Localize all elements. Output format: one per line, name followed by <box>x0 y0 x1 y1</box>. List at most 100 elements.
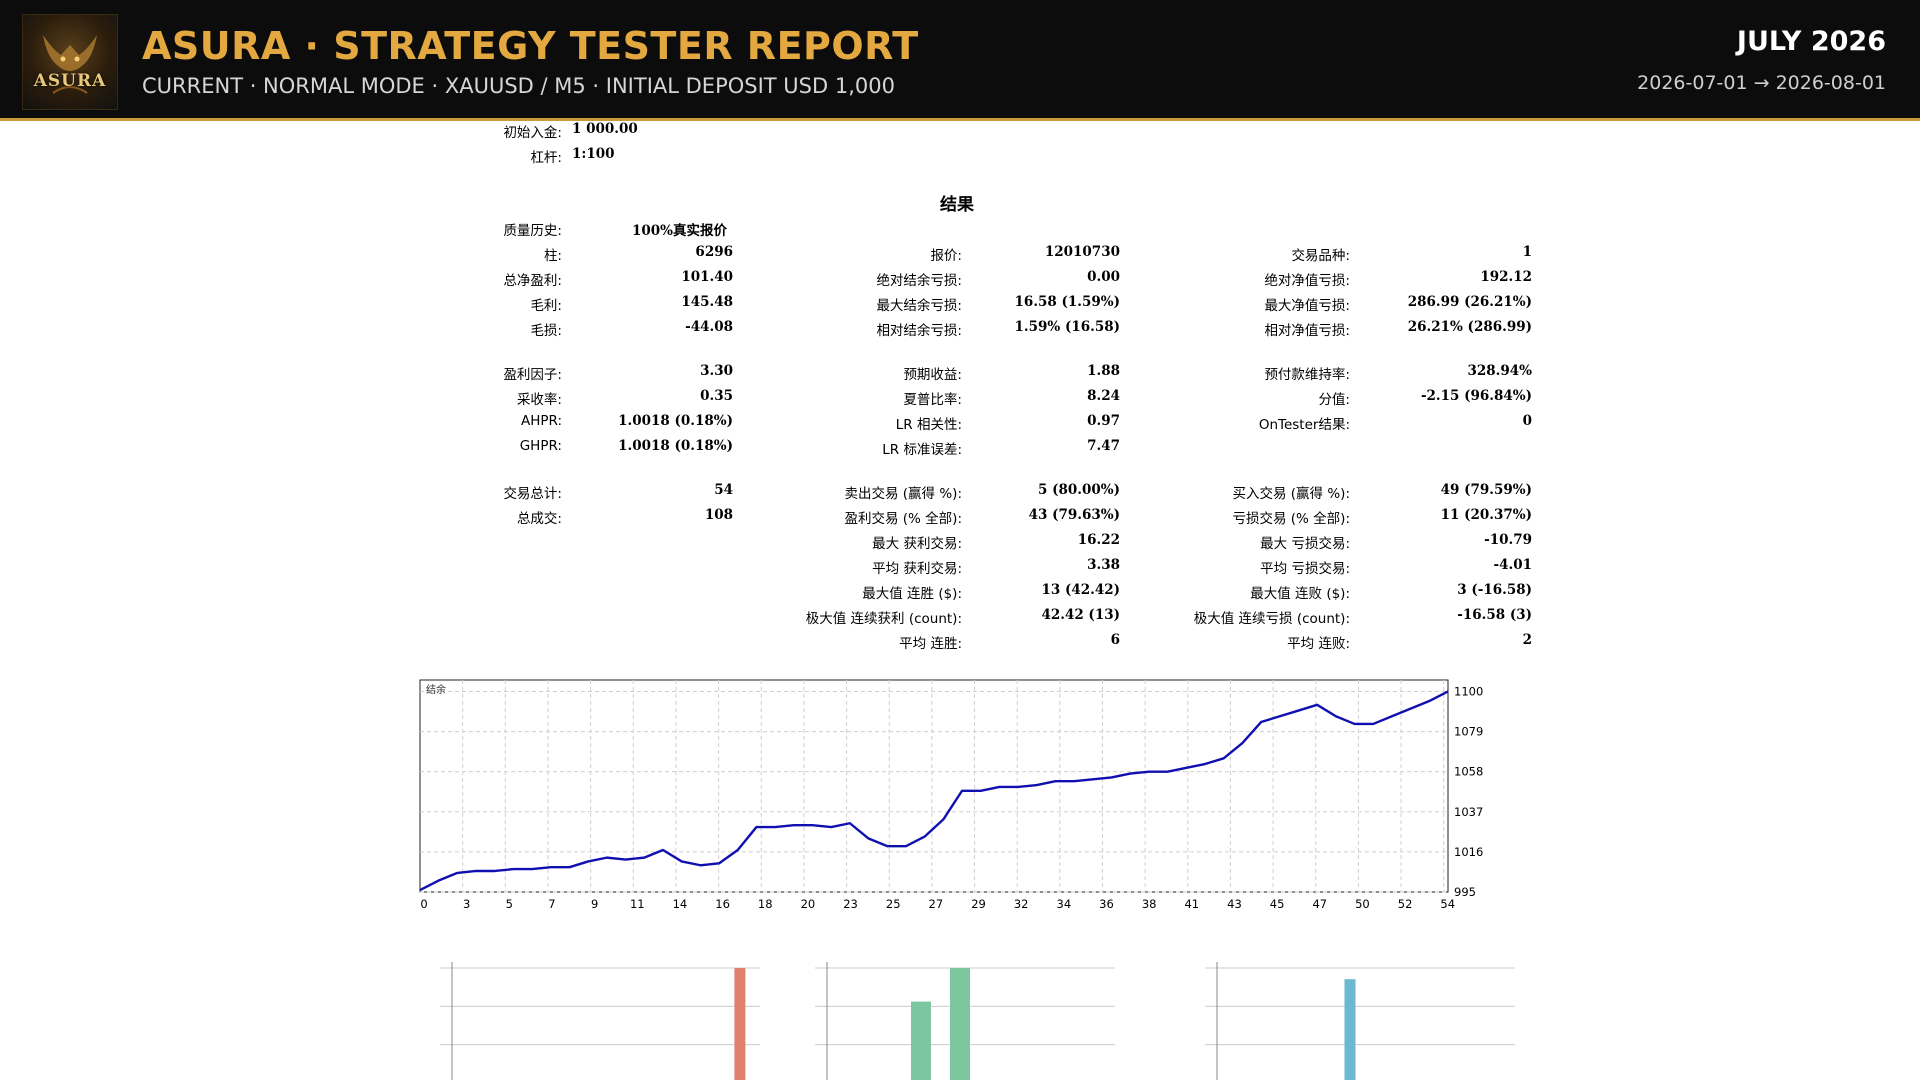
max-cons-losses-label: 最大值 连败 ($): <box>1250 586 1350 602</box>
bars-value: 6296 <box>695 244 733 260</box>
symbols-value: 1 <box>1522 244 1532 260</box>
x-tick-label: 5 <box>506 897 513 910</box>
total-trades-value: 54 <box>714 482 733 498</box>
sharpe-label: 夏普比率: <box>903 392 962 408</box>
demon-emblem-icon <box>43 35 97 94</box>
expected-payoff-label: 预期收益: <box>903 367 962 383</box>
x-tick-label: 9 <box>591 897 598 910</box>
bars-label: 柱: <box>543 248 562 264</box>
profit-factor-value: 3.30 <box>700 363 733 379</box>
x-tick-label: 25 <box>886 897 901 910</box>
leverage-value: 1:100 <box>572 146 615 162</box>
eq-dd-abs-label: 绝对净值亏损: <box>1264 273 1350 289</box>
avg-profit-label: 平均 获利交易: <box>872 561 962 577</box>
largest-profit-value: 16.22 <box>1077 532 1120 548</box>
y-tick-label: 1016 <box>1454 845 1483 859</box>
y-tick-label: 995 <box>1454 885 1476 899</box>
ontester-label: OnTester结果: <box>1258 417 1350 433</box>
bal-dd-rel-value: 1.59% (16.58) <box>1014 319 1120 335</box>
page-title: ASURA · STRATEGY TESTER REPORT <box>142 24 919 68</box>
avg-loss-value: -4.01 <box>1493 557 1532 573</box>
avg-cons-losses-value: 2 <box>1522 632 1532 648</box>
profit-factor-label: 盈利因子: <box>503 367 562 383</box>
x-tick-label: 47 <box>1312 897 1327 910</box>
x-tick-label: 20 <box>801 897 816 910</box>
max-cons-loss-label: 极大值 连续亏损 (count): <box>1193 611 1350 627</box>
ticks-label: 报价: <box>930 248 962 264</box>
ghpr-label: GHPR: <box>519 438 562 454</box>
y-tick-label: 1079 <box>1454 725 1483 739</box>
max-cons-profit-label: 极大值 连续获利 (count): <box>805 611 962 627</box>
margin-level-label: 预付款维持率: <box>1264 367 1350 383</box>
profit-trades-value: 43 (79.63%) <box>1028 507 1120 523</box>
max-cons-loss-value: -16.58 (3) <box>1457 607 1532 623</box>
total-deals-label: 总成交: <box>516 511 562 527</box>
profit-trades-label: 盈利交易 (% 全部): <box>844 511 963 527</box>
sharpe-value: 8.24 <box>1087 388 1120 404</box>
gross-loss-label: 毛损: <box>530 323 562 339</box>
distribution-charts <box>440 962 1515 1080</box>
avg-loss-label: 平均 亏损交易: <box>1260 561 1350 577</box>
y-tick-label: 1037 <box>1454 805 1483 819</box>
gross-profit-label: 毛利: <box>530 298 562 314</box>
bal-dd-rel-label: 相对结余亏损: <box>876 323 962 339</box>
history-quality-value: 100%真实报价 <box>632 223 728 239</box>
bal-dd-max-label: 最大结余亏损: <box>876 298 962 314</box>
lr-err-value: 7.47 <box>1087 438 1120 454</box>
y-tick-label: 1100 <box>1454 684 1483 698</box>
lr-corr-label: LR 相关性: <box>895 417 962 433</box>
history-quality-label: 质量历史: <box>503 223 562 239</box>
avg-cons-wins-value: 6 <box>1110 632 1120 648</box>
x-tick-label: 38 <box>1142 897 1157 910</box>
x-tick-label: 45 <box>1270 897 1285 910</box>
gross-loss-value: -44.08 <box>685 319 733 335</box>
max-cons-wins-label: 最大值 连胜 ($): <box>862 586 962 602</box>
short-trades-label: 卖出交易 (赢得 %): <box>844 486 963 502</box>
eq-dd-max-label: 最大净值亏损: <box>1264 298 1350 314</box>
x-tick-label: 23 <box>843 897 858 910</box>
chart-legend-label: 结余 <box>426 683 446 696</box>
loss-trades-label: 亏损交易 (% 全部): <box>1232 511 1351 527</box>
logo-text: ASURA <box>33 71 107 91</box>
short-trades-value: 5 (80.00%) <box>1038 482 1120 498</box>
eq-dd-rel-label: 相对净值亏损: <box>1264 323 1350 339</box>
gross-profit-value: 145.48 <box>681 294 733 310</box>
x-tick-label: 11 <box>630 897 645 910</box>
long-trades-value: 49 (79.59%) <box>1440 482 1532 498</box>
report-header: ASURA ASURA · STRATEGY TESTER REPORT CUR… <box>0 0 1920 121</box>
margin-level-value: 328.94% <box>1467 363 1533 379</box>
net-profit-value: 101.40 <box>681 269 733 285</box>
x-tick-label: 29 <box>971 897 986 910</box>
ghpr-value: 1.0018 (0.18%) <box>618 438 733 454</box>
avg-profit-value: 3.38 <box>1087 557 1120 573</box>
eq-dd-abs-value: 192.12 <box>1480 269 1532 285</box>
max-cons-losses-value: 3 (-16.58) <box>1457 582 1532 598</box>
hist-bar <box>734 968 746 1080</box>
x-tick-label: 52 <box>1398 897 1413 910</box>
x-tick-label: 41 <box>1184 897 1199 910</box>
x-tick-label: 50 <box>1355 897 1370 910</box>
largest-profit-label: 最大 获利交易: <box>872 536 962 552</box>
lr-err-label: LR 标准误差: <box>882 442 962 458</box>
z-score-label: 分值: <box>1318 392 1350 408</box>
net-profit-label: 总净盈利: <box>503 273 562 289</box>
z-score-value: -2.15 (96.84%) <box>1420 388 1532 404</box>
asura-logo: ASURA <box>22 14 118 110</box>
loss-trades-value: 11 (20.37%) <box>1440 507 1532 523</box>
bal-dd-abs-label: 绝对结余亏损: <box>876 273 962 289</box>
ontester-value: 0 <box>1522 413 1532 429</box>
hist-bar <box>911 1001 931 1080</box>
expected-payoff-value: 1.88 <box>1087 363 1120 379</box>
lr-corr-value: 0.97 <box>1087 413 1120 429</box>
hist-bar <box>1344 979 1356 1080</box>
ahpr-label: AHPR: <box>520 413 562 429</box>
recovery-factor-value: 0.35 <box>700 388 733 404</box>
largest-loss-label: 最大 亏损交易: <box>1260 536 1350 552</box>
bal-dd-abs-value: 0.00 <box>1087 269 1120 285</box>
ahpr-value: 1.0018 (0.18%) <box>618 413 733 429</box>
x-tick-label: 3 <box>463 897 470 910</box>
deposit-value: 1 000.00 <box>572 121 638 137</box>
total-trades-label: 交易总计: <box>503 486 562 502</box>
max-cons-profit-value: 42.42 (13) <box>1041 607 1120 623</box>
x-tick-label: 43 <box>1227 897 1242 910</box>
